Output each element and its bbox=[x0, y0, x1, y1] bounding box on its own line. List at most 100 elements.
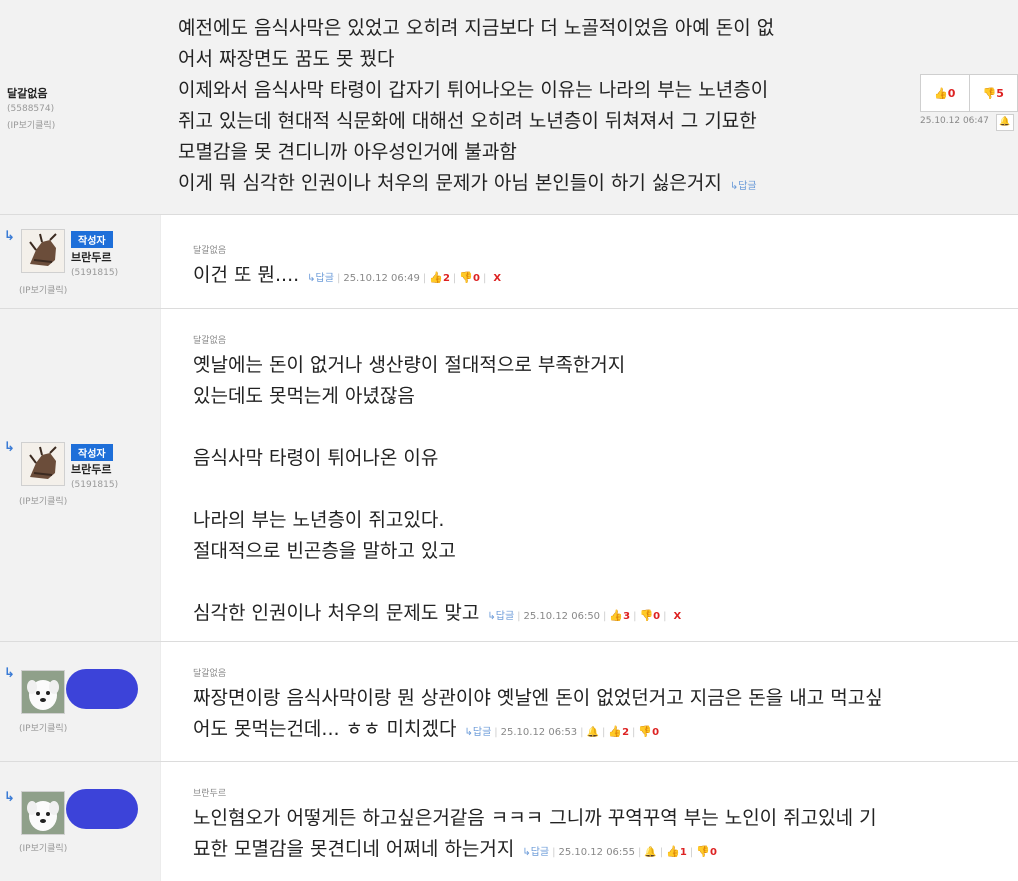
comment-author-panel: ↳ 작성자 브란두르 (5191815) (IP보기클릭) bbox=[0, 309, 161, 641]
comment-line: 어서 짜장면도 꿈도 못 꿨다 bbox=[178, 48, 395, 70]
reply-button[interactable]: ↳답글 bbox=[522, 847, 549, 858]
thumb-up-icon: 👍 bbox=[429, 271, 443, 284]
comment-body: 달갈없음 짜장면이랑 음식사막이랑 뭔 상관이야 옛날엔 돈이 없었던거고 지금… bbox=[193, 666, 998, 748]
thumb-down-icon: 👎 bbox=[982, 86, 997, 100]
reply-button[interactable]: ↳답글 bbox=[730, 181, 757, 192]
comment-text: 심각한 인권이나 처우의 문제도 맞고 bbox=[193, 602, 480, 624]
parent-author: 브란두르 bbox=[193, 789, 227, 799]
downvote-button[interactable]: 👎 5 bbox=[970, 75, 1018, 111]
thumb-down-icon: 👎 bbox=[639, 609, 654, 622]
downvote-count: 0 bbox=[472, 273, 480, 284]
bell-icon[interactable]: 🔔 bbox=[644, 847, 656, 858]
avatar[interactable] bbox=[21, 229, 65, 273]
comment-line: 이게 뭐 심각한 인권이나 처우의 문제가 아님 본인들이 하기 싫은거지 ↳답글 bbox=[178, 168, 998, 202]
reply-button[interactable]: ↳답글 bbox=[487, 611, 514, 622]
upvote-button[interactable]: 👍 0 bbox=[921, 75, 970, 111]
downvote-count: 0 bbox=[653, 611, 661, 622]
comment-line bbox=[193, 474, 998, 505]
thumb-up-icon: 👍 bbox=[934, 86, 948, 100]
upvote-count: 0 bbox=[947, 86, 956, 100]
reply-button[interactable]: ↳답글 bbox=[464, 727, 491, 738]
downvote-button[interactable]: 👎0 bbox=[638, 725, 660, 738]
comment-line bbox=[193, 567, 998, 598]
author-badge: 작성자 bbox=[71, 444, 113, 461]
redacted-name bbox=[66, 789, 138, 829]
comment-body: 브란두르 노인혐오가 어떻게든 하고싶은거같음 ㅋㅋㅋ 그니까 꾸역꾸역 부는 … bbox=[193, 786, 998, 868]
author-name[interactable]: 브란두르 bbox=[71, 461, 111, 477]
author-id: (5191815) bbox=[71, 268, 119, 278]
author-name[interactable]: 브란두르 bbox=[71, 249, 111, 265]
comment-text: 어도 못먹는건데... ㅎㅎ 미치겠다 bbox=[193, 718, 457, 740]
upvote-count: 2 bbox=[622, 727, 630, 738]
comment-body: 예전에도 음식사막은 있었고 오히려 지금보다 더 노골적이었음 아예 돈이 없… bbox=[178, 13, 998, 202]
comment-author-panel: ↳ 작성자 브란두르 (5191815) (IP보기클릭) bbox=[0, 215, 161, 308]
comment-row: ↳ (IP보기클릭) 달갈없음 짜장면이랑 음식사막이랑 뭔 상관이야 옛날엔 … bbox=[0, 642, 1018, 762]
delete-button[interactable]: X bbox=[493, 273, 501, 284]
comment-date: 25.10.12 06:47 bbox=[920, 116, 989, 126]
comment-line: 이건 또 뭔.... ↳답글 | 25.10.12 06:49 | 👍2 | 👎0 | X bbox=[193, 264, 502, 286]
downvote-count: 0 bbox=[652, 727, 660, 738]
comment-date: 25.10.12 06:50 bbox=[523, 611, 601, 622]
author-id: (5191815) bbox=[71, 480, 119, 490]
ip-view-link[interactable]: (IP보기클릭) bbox=[19, 721, 67, 734]
ip-view-link[interactable]: (IP보기클릭) bbox=[19, 494, 67, 507]
reply-arrow-icon: ↳ bbox=[4, 229, 15, 244]
comment-author-panel: ↳ (IP보기클릭) bbox=[0, 762, 161, 881]
comment-date: 25.10.12 06:55 bbox=[558, 847, 636, 858]
author-badge: 작성자 bbox=[71, 231, 113, 248]
comment-line: 묘한 모멸감을 못견디네 어쩌네 하는거지 ↳답글 | 25.10.12 06:55 |… bbox=[193, 838, 717, 860]
comment-line: 짜장면이랑 음식사막이랑 뭔 상관이야 옛날엔 돈이 없었던거고 지금은 돈을 … bbox=[193, 687, 883, 709]
avatar[interactable] bbox=[21, 791, 65, 835]
author-name[interactable]: 달갈없음 bbox=[7, 85, 47, 101]
comment-date: 25.10.12 06:49 bbox=[343, 273, 420, 284]
reply-arrow-icon: ↳ bbox=[4, 666, 15, 681]
comment-author-panel: ↳ (IP보기클릭) bbox=[0, 642, 161, 761]
ip-view-link[interactable]: (IP보기클릭) bbox=[7, 118, 55, 131]
comment-line: 옛날에는 돈이 없거나 생산량이 절대적으로 부족한거지 bbox=[193, 354, 626, 376]
comment-list: 달갈없음 (5588574) (IP보기클릭) 예전에도 음식사막은 있었고 오… bbox=[0, 0, 1018, 881]
comment-row: 달갈없음 (5588574) (IP보기클릭) 예전에도 음식사막은 있었고 오… bbox=[0, 0, 1018, 215]
comment-body: 달갈없음 옛날에는 돈이 없거나 생산량이 절대적으로 부족한거지 있는데도 못… bbox=[193, 333, 998, 632]
downvote-count: 0 bbox=[709, 847, 717, 858]
reply-arrow-icon: ↳ bbox=[4, 440, 15, 455]
parent-author: 달갈없음 bbox=[193, 669, 227, 679]
upvote-button[interactable]: 👍2 bbox=[429, 271, 450, 284]
ip-view-link[interactable]: (IP보기클릭) bbox=[19, 283, 67, 296]
comment-line: 절대적으로 빈곤층을 말하고 있고 bbox=[193, 540, 456, 562]
parent-author: 달갈없음 bbox=[193, 336, 227, 346]
bell-icon[interactable]: 🔔 bbox=[996, 114, 1014, 131]
avatar[interactable] bbox=[21, 670, 65, 714]
reply-arrow-icon: ↳ bbox=[4, 790, 15, 805]
redacted-name bbox=[66, 669, 138, 709]
comment-line: 예전에도 음식사막은 있었고 오히려 지금보다 더 노골적이었음 아예 돈이 없 bbox=[178, 17, 775, 39]
comment-text: 이건 또 뭔.... bbox=[193, 264, 300, 286]
vote-box: 👍 0 👎 5 bbox=[920, 74, 1018, 112]
upvote-button[interactable]: 👍1 bbox=[666, 845, 687, 858]
comment-line: 쥐고 있는데 현대적 식문화에 대해선 오히려 노년층이 뒤쳐져서 그 기묘한 bbox=[178, 110, 757, 132]
downvote-button[interactable]: 👎0 bbox=[459, 271, 480, 284]
downvote-count: 5 bbox=[996, 86, 1004, 100]
downvote-button[interactable]: 👎0 bbox=[696, 845, 717, 858]
comment-line: 심각한 인권이나 처우의 문제도 맞고 ↳답글 | 25.10.12 06:50 | 👍3… bbox=[193, 602, 682, 624]
thumb-down-icon: 👎 bbox=[638, 725, 653, 738]
comment-row: ↳ 작성자 브란두르 (5191815) (IP보기클릭) 달갈없음 이건 또 … bbox=[0, 215, 1018, 309]
ip-view-link[interactable]: (IP보기클릭) bbox=[19, 841, 67, 854]
thumb-down-icon: 👎 bbox=[696, 845, 710, 858]
thumb-up-icon: 👍 bbox=[608, 725, 623, 738]
upvote-count: 1 bbox=[679, 847, 687, 858]
comment-line: 음식사막 타령이 튀어나온 이유 bbox=[193, 447, 439, 469]
comment-line: 있는데도 못먹는게 아녔잖음 bbox=[193, 385, 415, 407]
upvote-button[interactable]: 👍2 bbox=[608, 725, 630, 738]
reply-button[interactable]: ↳답글 bbox=[307, 273, 334, 284]
bell-icon[interactable]: 🔔 bbox=[587, 727, 599, 738]
avatar[interactable] bbox=[21, 442, 65, 486]
downvote-button[interactable]: 👎0 bbox=[639, 609, 661, 622]
comment-line: 이제와서 음식사막 타령이 갑자기 튀어나오는 이유는 나라의 부는 노년층이 bbox=[178, 79, 769, 101]
upvote-count: 3 bbox=[623, 611, 631, 622]
comment-body: 달갈없음 이건 또 뭔.... ↳답글 | 25.10.12 06:49 | 👍2 | 👎0 |… bbox=[193, 243, 998, 294]
comment-text: 이게 뭐 심각한 인권이나 처우의 문제가 아님 본인들이 하기 싫은거지 bbox=[178, 172, 722, 194]
author-id: (5588574) bbox=[7, 104, 55, 114]
comment-text: 묘한 모멸감을 못견디네 어쩌네 하는거지 bbox=[193, 838, 515, 860]
upvote-button[interactable]: 👍3 bbox=[609, 609, 631, 622]
delete-button[interactable]: X bbox=[674, 611, 682, 622]
